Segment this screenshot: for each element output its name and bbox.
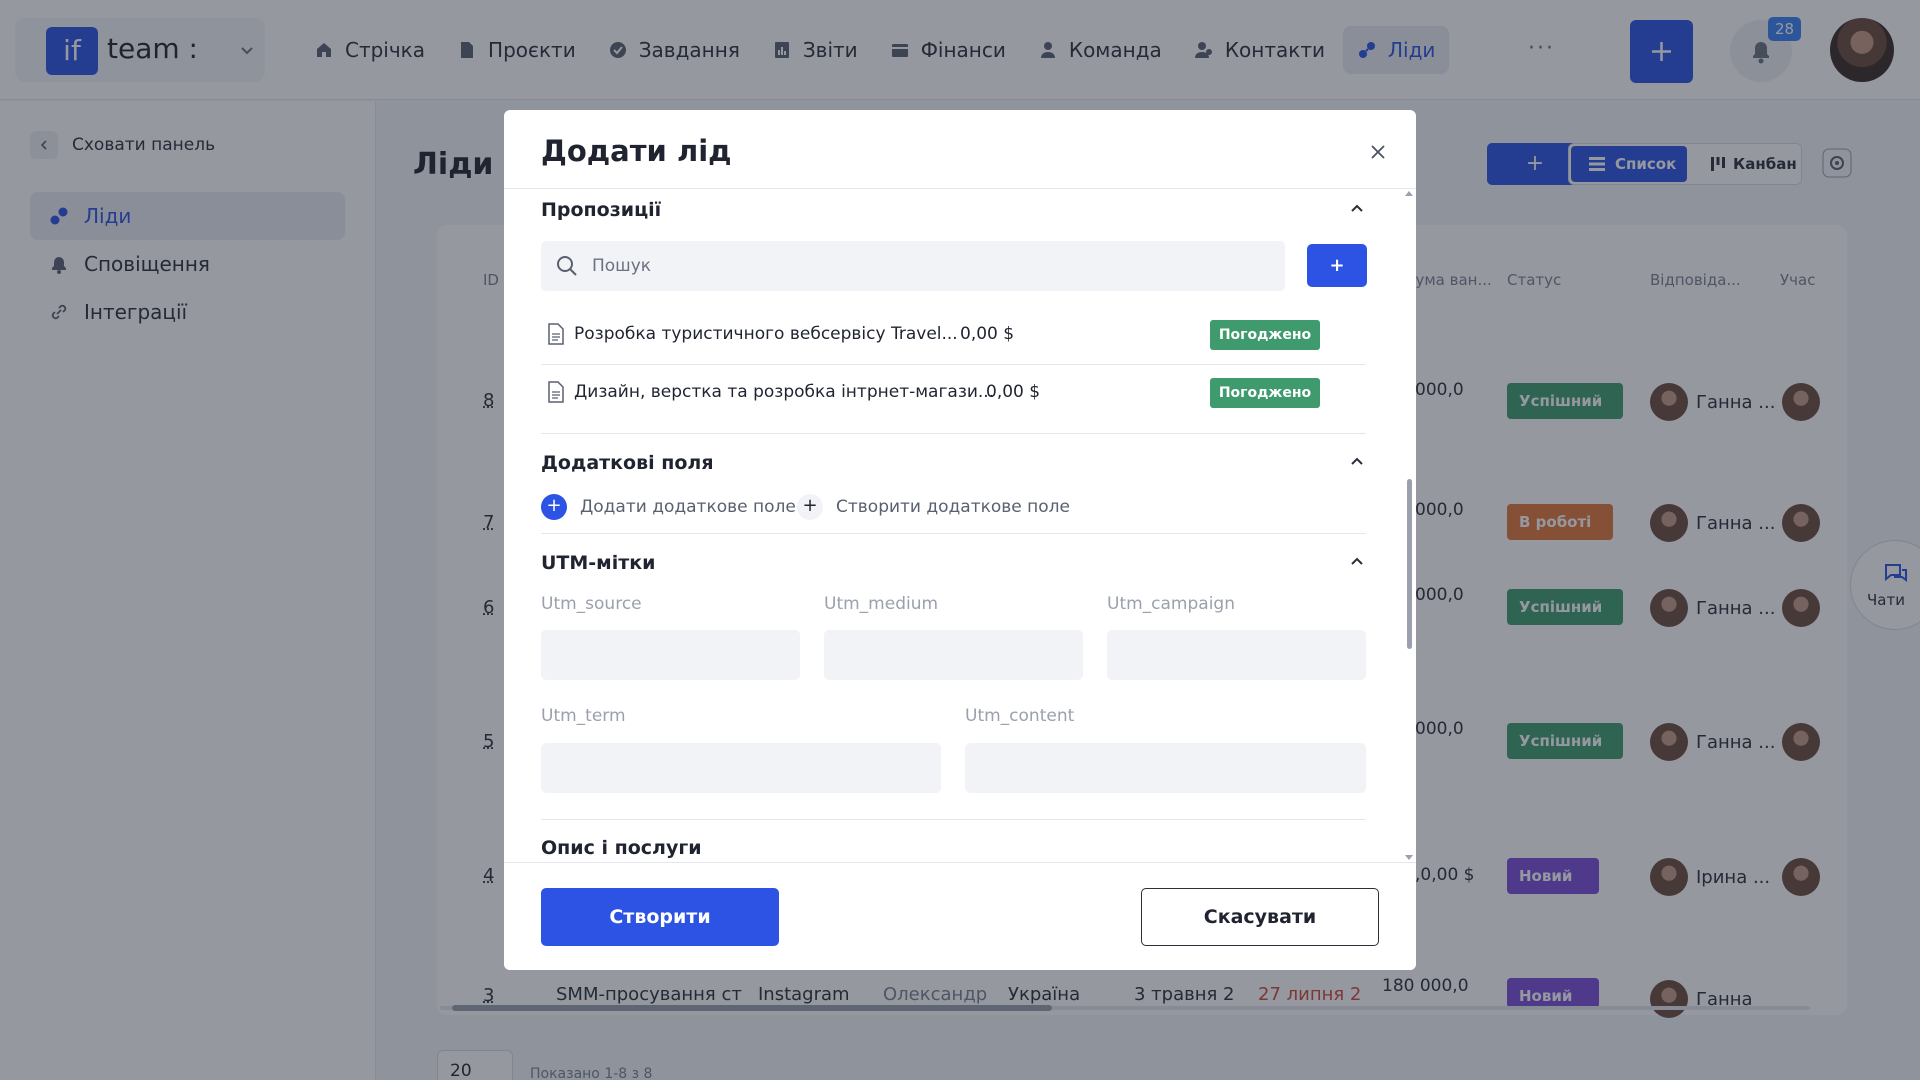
search-icon: [557, 256, 577, 276]
add-proposal-button[interactable]: +: [1307, 244, 1367, 287]
modal-body: Пропозиції + Розробка туристичного вебсе…: [504, 189, 1416, 862]
utm-medium-label: Utm_medium: [824, 594, 939, 614]
chevron-up-icon[interactable]: [1347, 552, 1367, 572]
utm-medium-input[interactable]: [824, 630, 1083, 680]
utm-source-input[interactable]: [541, 630, 800, 680]
list-item[interactable]: Дизайн, верстка та розробка інтрнет-мага…: [541, 365, 1366, 421]
add-extra-field-label: Додати додаткове поле: [580, 497, 796, 517]
modal-footer: Створити Скасувати: [504, 862, 1416, 970]
proposal-price: 0,00 $: [960, 324, 1015, 344]
utm-campaign-label: Utm_campaign: [1107, 594, 1235, 614]
create-button[interactable]: Створити: [541, 888, 779, 946]
proposal-name: Дизайн, верстка та розробка інтрнет-мага…: [574, 382, 995, 402]
chevron-up-icon[interactable]: [1347, 452, 1367, 472]
section-divider: [541, 533, 1366, 534]
utm-section-title: UTM-мітки: [541, 552, 656, 574]
utm-term-input[interactable]: [541, 743, 941, 793]
add-lead-modal: Додати лід Пропозиції + Розробка туристи…: [504, 110, 1416, 970]
modal-title: Додати лід: [541, 134, 732, 168]
chevron-up-icon[interactable]: [1347, 199, 1367, 219]
status-badge: Погоджено: [1210, 378, 1320, 408]
status-badge: Погоджено: [1210, 320, 1320, 350]
list-item[interactable]: Розробка туристичного вебсервісу Travel.…: [541, 307, 1366, 363]
plus-circle-icon: +: [541, 494, 567, 520]
close-icon[interactable]: [1366, 140, 1390, 164]
proposals-search-input[interactable]: [541, 241, 1285, 291]
proposals-section-title: Пропозиції: [541, 199, 662, 221]
create-extra-field-button[interactable]: + Створити додаткове поле: [797, 494, 1070, 520]
modal-scrollbar[interactable]: [1402, 189, 1416, 862]
create-extra-field-label: Створити додаткове поле: [836, 497, 1071, 517]
plus-icon: +: [797, 494, 823, 520]
utm-content-label: Utm_content: [965, 706, 1075, 726]
description-section-title: Опис і послуги: [541, 837, 702, 859]
section-divider: [541, 433, 1366, 434]
proposal-name: Розробка туристичного вебсервісу Travel.…: [574, 324, 958, 344]
document-icon: [548, 323, 564, 345]
utm-campaign-input[interactable]: [1107, 630, 1366, 680]
utm-term-label: Utm_term: [541, 706, 626, 726]
cancel-button[interactable]: Скасувати: [1141, 888, 1379, 946]
document-icon: [548, 381, 564, 403]
add-extra-field-button[interactable]: + Додати додаткове поле: [541, 494, 796, 520]
extra-fields-section-title: Додаткові поля: [541, 452, 714, 474]
section-divider: [541, 819, 1366, 820]
utm-content-input[interactable]: [965, 743, 1366, 793]
utm-source-label: Utm_source: [541, 594, 642, 614]
proposal-price: 0,00 $: [986, 382, 1041, 402]
